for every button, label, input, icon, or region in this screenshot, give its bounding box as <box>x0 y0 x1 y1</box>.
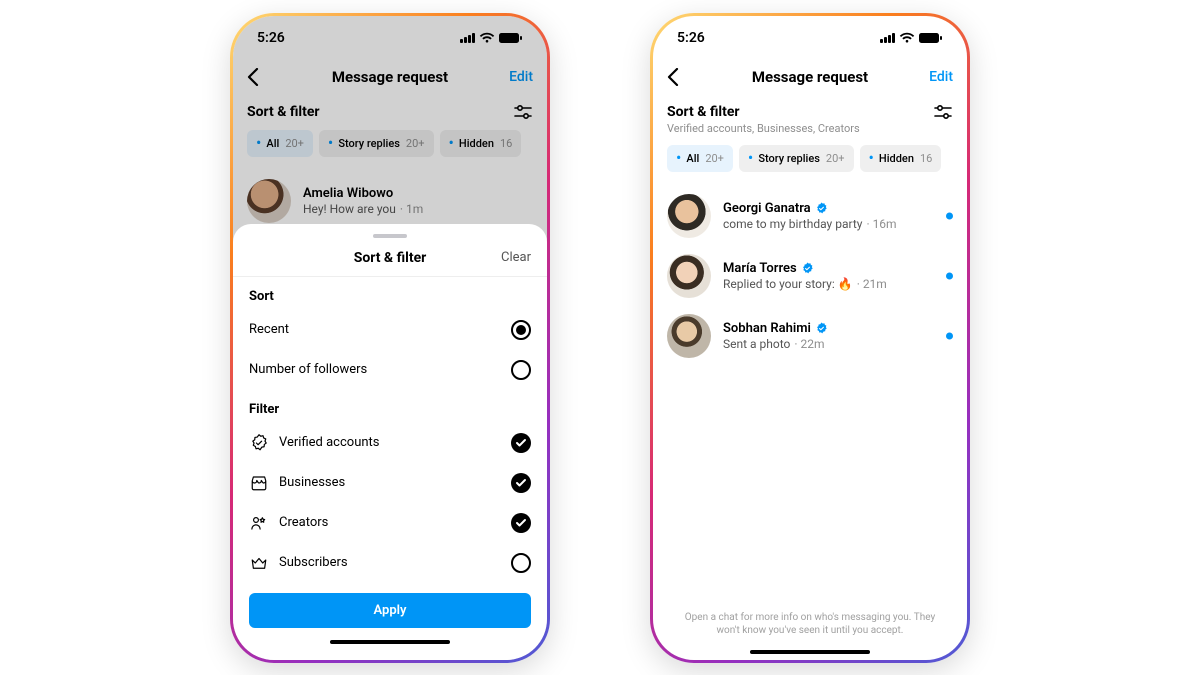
chip-all[interactable]: •All20+ <box>667 145 733 172</box>
page-title: Message request <box>653 68 967 86</box>
chip-hidden[interactable]: •Hidden16 <box>860 145 942 172</box>
phone-frame-left: 5:26 Message request Edit <box>230 13 550 663</box>
creators-icon <box>249 514 269 532</box>
edit-button[interactable]: Edit <box>929 69 953 85</box>
battery-icon <box>919 32 943 44</box>
message-name: María Torres <box>723 261 797 276</box>
home-indicator <box>750 650 870 654</box>
message-item[interactable]: Sobhan Rahimi Sent a photo · 22m <box>653 306 967 366</box>
avatar <box>667 254 711 298</box>
filter-option-businesses[interactable]: Businesses <box>233 463 547 503</box>
drag-handle[interactable] <box>373 234 407 238</box>
avatar <box>667 314 711 358</box>
crown-icon <box>249 554 269 572</box>
avatar <box>667 194 711 238</box>
message-list: Georgi Ganatra come to my birthday party… <box>653 182 967 660</box>
sort-filter-subtitle: Verified accounts, Businesses, Creators <box>667 122 860 135</box>
checkbox-unchecked-icon <box>511 553 531 573</box>
filter-section-label: Filter <box>233 390 547 423</box>
message-name: Georgi Ganatra <box>723 201 811 216</box>
filter-option-verified[interactable]: Verified accounts <box>233 423 547 463</box>
sort-section-label: Sort <box>233 277 547 310</box>
unread-indicator <box>946 212 953 219</box>
unread-indicator <box>946 272 953 279</box>
message-preview: Replied to your story: 🔥 <box>723 277 853 291</box>
nav-header: Message request Edit <box>653 60 967 94</box>
checkbox-checked-icon <box>511 513 531 533</box>
message-item[interactable]: María Torres Replied to your story: 🔥 · … <box>653 246 967 306</box>
apply-button[interactable]: Apply <box>249 593 531 628</box>
checkbox-checked-icon <box>511 473 531 493</box>
filter-option-subscribers[interactable]: Subscribers <box>233 543 547 583</box>
status-bar: 5:26 <box>653 16 967 60</box>
verified-badge-icon <box>249 434 269 452</box>
filter-option-creators[interactable]: Creators <box>233 503 547 543</box>
storefront-icon <box>249 474 269 492</box>
chip-story-replies[interactable]: •Story replies20+ <box>739 145 854 172</box>
radio-selected-icon <box>511 320 531 340</box>
filter-icon[interactable] <box>933 104 953 120</box>
message-preview: come to my birthday party <box>723 217 862 231</box>
radio-unselected-icon <box>511 360 531 380</box>
sheet-title: Sort & filter <box>354 250 427 266</box>
cellular-icon <box>880 33 895 43</box>
verified-icon <box>815 202 828 215</box>
sort-filter-sheet: Sort & filter Clear Sort Recent Number o… <box>233 224 547 660</box>
back-button[interactable] <box>667 68 679 86</box>
sort-option-followers[interactable]: Number of followers <box>233 350 547 390</box>
home-indicator <box>330 640 450 644</box>
clear-button[interactable]: Clear <box>501 250 531 265</box>
footer-note: Open a chat for more info on who's messa… <box>653 611 967 642</box>
verified-icon <box>801 262 814 275</box>
verified-icon <box>815 322 828 335</box>
message-preview: Sent a photo <box>723 337 790 351</box>
sort-filter-heading: Sort & filter <box>667 104 860 120</box>
phone-frame-right: 5:26 Message request Edit <box>650 13 970 663</box>
filter-chips: •All20+ •Story replies20+ •Hidden16 <box>653 137 967 182</box>
message-item[interactable]: Georgi Ganatra come to my birthday party… <box>653 186 967 246</box>
sort-option-recent[interactable]: Recent <box>233 310 547 350</box>
wifi-icon <box>899 32 915 44</box>
checkbox-checked-icon <box>511 433 531 453</box>
status-time: 5:26 <box>677 30 705 46</box>
message-name: Sobhan Rahimi <box>723 321 811 336</box>
unread-indicator <box>946 332 953 339</box>
